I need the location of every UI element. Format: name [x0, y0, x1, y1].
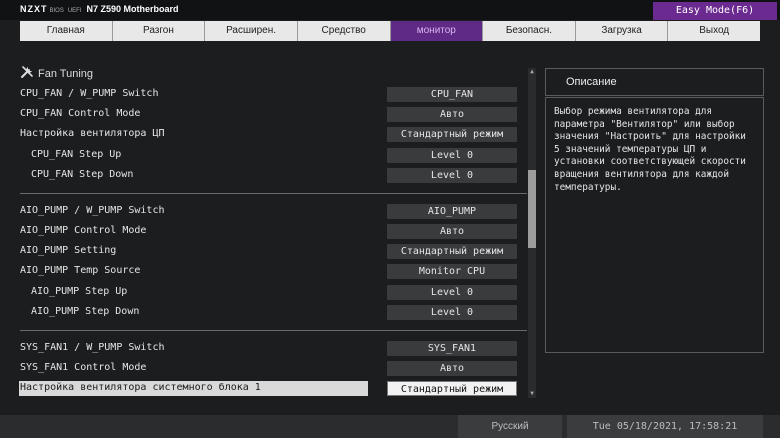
scrollbar-thumb[interactable] — [528, 170, 536, 248]
section-title-text: Fan Tuning — [38, 67, 94, 80]
cpu-fan-step-down-value[interactable]: Level 0 — [387, 168, 517, 183]
tab-exit[interactable]: Выход — [668, 21, 760, 41]
aio-pump-step-up-value[interactable]: Level 0 — [387, 285, 517, 300]
cpu-fan-switch-value[interactable]: CPU_FAN — [387, 87, 517, 102]
brand-logo: NZXT — [20, 4, 48, 14]
tools-icon — [20, 65, 34, 82]
cpu-fan-switch-label: CPU_FAN / W_PUMP Switch — [20, 88, 159, 99]
tab-main[interactable]: Главная — [20, 21, 113, 41]
cpu-fan-step-up-value[interactable]: Level 0 — [387, 148, 517, 163]
aio-pump-step-down-label: AIO_PUMP Step Down — [31, 306, 140, 317]
aio-pump-setting-label: AIO_PUMP Setting — [20, 245, 117, 256]
divider — [20, 330, 527, 331]
aio-pump-control-mode-label: AIO_PUMP Control Mode — [20, 225, 147, 236]
brand-bios: BIOS — [49, 8, 64, 14]
sys-fan1-switch-value[interactable]: SYS_FAN1 — [387, 341, 517, 356]
tab-tools[interactable]: Средство — [298, 21, 391, 41]
aio-pump-setting-value[interactable]: Стандартный режим — [387, 244, 517, 259]
tab-security[interactable]: Безопасн. — [483, 21, 576, 41]
description-text: Выбор режима вентилятора для параметра "… — [545, 97, 764, 353]
easy-mode-button[interactable]: Easy Mode(F6) — [653, 2, 777, 20]
sys-fan1-switch-label: SYS_FAN1 / W_PUMP Switch — [20, 342, 165, 353]
sys-fan1-control-mode-label: SYS_FAN1 Control Mode — [20, 362, 147, 373]
cpu-fan-control-mode-value[interactable]: Авто — [387, 107, 517, 122]
aio-pump-step-down-value[interactable]: Level 0 — [387, 305, 517, 320]
brand-uefi: UEFI — [67, 8, 82, 14]
aio-pump-temp-source-label: AIO_PUMP Temp Source — [20, 265, 141, 276]
tab-advanced[interactable]: Расширен. — [205, 21, 298, 41]
cpu-fan-control-mode-label: CPU_FAN Control Mode — [20, 108, 141, 119]
tab-overclock[interactable]: Разгон — [113, 21, 206, 41]
cpu-fan-step-down-label: CPU_FAN Step Down — [31, 169, 134, 180]
divider — [20, 193, 527, 194]
board-name: N7 Z590 Motherboard — [86, 4, 179, 14]
aio-pump-temp-source-value[interactable]: Monitor CPU — [387, 264, 517, 279]
sys-fan1-setting-value[interactable]: Стандартный режим — [387, 381, 517, 396]
sys-fan1-control-mode-value[interactable]: Авто — [387, 361, 517, 376]
language-selector[interactable]: Русский — [458, 415, 562, 438]
tab-boot[interactable]: Загрузка — [576, 21, 669, 41]
aio-pump-step-up-label: AIO_PUMP Step Up — [31, 286, 128, 297]
cpu-fan-setting-label: Настройка вентилятора ЦП — [20, 128, 165, 139]
aio-pump-control-mode-value[interactable]: Авто — [387, 224, 517, 239]
datetime-display: Tue 05/18/2021, 17:58:21 — [567, 415, 763, 438]
aio-pump-switch-value[interactable]: AIO_PUMP — [387, 204, 517, 219]
section-title: Fan Tuning — [20, 65, 93, 82]
cpu-fan-step-up-label: CPU_FAN Step Up — [31, 149, 122, 160]
brand: NZXT BIOS UEFI N7 Z590 Motherboard — [20, 4, 179, 14]
sys-fan1-setting-label: Настройка вентилятора системного блока 1 — [20, 382, 261, 393]
cpu-fan-setting-value[interactable]: Стандартный режим — [387, 127, 517, 142]
aio-pump-switch-label: AIO_PUMP / W_PUMP Switch — [20, 205, 165, 216]
main-tabs: Главная Разгон Расширен. Средство монито… — [20, 21, 760, 41]
scroll-up-icon[interactable]: ▲ — [528, 68, 536, 76]
description-title: Описание — [545, 68, 764, 96]
scroll-down-icon[interactable]: ▼ — [528, 390, 536, 398]
tab-monitor[interactable]: монитор — [390, 21, 484, 41]
